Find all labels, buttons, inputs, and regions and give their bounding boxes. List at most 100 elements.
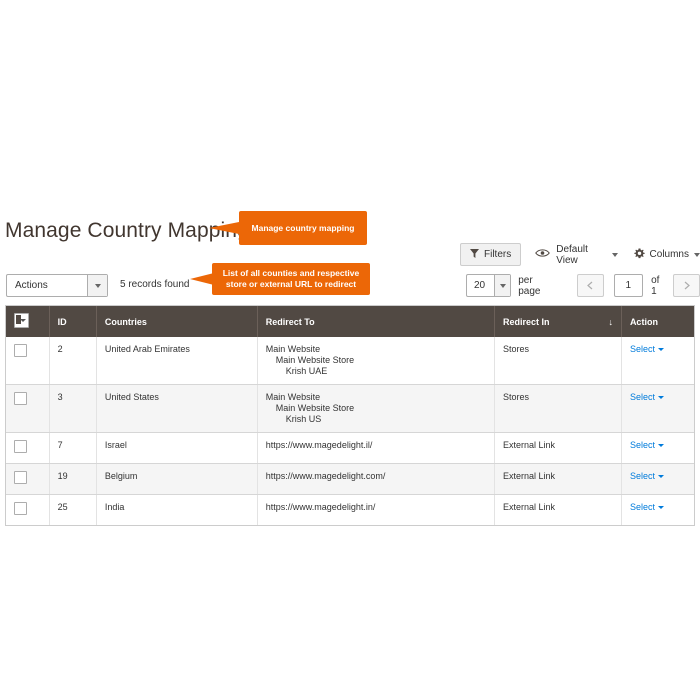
filters-button[interactable]: Filters [460,243,522,266]
cell-action[interactable]: Select [621,494,694,525]
column-header-redirect-to[interactable]: Redirect To [257,306,496,337]
cell-redirect-in: Stores [494,384,622,433]
redirect-to-line: https://www.magedelight.in/ [265,502,376,512]
row-select-cell[interactable] [6,463,50,495]
page-total-label: of 1 [651,274,660,297]
row-checkbox[interactable] [14,440,27,453]
row-checkbox[interactable] [14,344,27,357]
default-view-label: Default View [556,243,588,266]
column-header-action: Action [621,306,694,337]
column-header-redirect-in[interactable]: Redirect In ↓ [494,306,622,337]
callout-arrow-1 [209,222,239,234]
per-page-select[interactable]: 20 [466,274,512,297]
cell-action[interactable]: Select [621,463,694,495]
cell-redirect-in: Stores [494,337,622,385]
column-header-redirect-in-label: Redirect In [503,316,550,327]
row-select-cell[interactable] [6,384,50,433]
chevron-down-icon [657,506,664,510]
default-view-switcher[interactable]: Default View [535,243,618,266]
cell-countries: India [96,494,258,525]
row-select-action[interactable]: Select [630,392,655,402]
redirect-to-line: https://www.magedelight.il/ [265,440,373,450]
redirect-to-line: Main Website [265,344,321,354]
previous-page-button[interactable] [577,274,604,297]
table-row: 25 India https://www.magedelight.in/Extern… [6,494,694,525]
chevron-down-icon [611,252,618,257]
column-header-countries[interactable]: Countries [96,306,258,337]
chevron-down-icon [94,283,101,288]
cell-action[interactable]: Select [621,432,694,464]
cell-action[interactable]: Select [621,337,694,385]
callout-1-text: Manage country mapping [251,222,355,233]
page-root: Manage Country Mapping Manage country ma… [0,0,700,700]
row-checkbox[interactable] [14,502,27,515]
chevron-down-icon [499,283,506,288]
grid-header-row: ID Countries Redirect To Redirect In ↓ A… [6,306,694,337]
chevron-down-icon [657,396,664,400]
chevron-down-icon [657,348,664,352]
cell-redirect-in: External Link [494,432,622,464]
cell-redirect-in: External Link [494,463,622,495]
row-select-action[interactable]: Select [630,344,655,354]
callout-arrow-2 [190,273,214,285]
cell-id: 3 [49,384,97,433]
columns-label: Columns [649,249,689,260]
redirect-to-line: https://www.magedelight.com/ [265,471,386,481]
cell-id: 2 [49,337,97,385]
actions-select-dropdown[interactable] [87,275,107,296]
chevron-down-icon [694,252,700,257]
row-select-action[interactable]: Select [630,471,655,481]
page-number-input[interactable]: 1 [613,274,644,297]
grid-controls: Filters Default View Columns [460,243,700,266]
redirect-to-line: Main Website Store [275,403,355,413]
next-page-button[interactable] [673,274,700,297]
row-checkbox[interactable] [14,392,27,405]
chevron-down-icon [657,475,664,479]
actions-select-label: Actions [15,280,48,291]
sort-descending-icon: ↓ [608,316,613,327]
callout-2-text: List of all counties and respective stor… [222,268,360,289]
select-all-checkbox[interactable] [14,313,29,328]
cell-action[interactable]: Select [621,384,694,433]
redirect-to-line: Main Website Store [275,355,355,365]
table-row: 3 United States Main Website Main Website S… [6,384,694,433]
table-row: 19 Belgium https://www.magedelight.com/Ext… [6,463,694,495]
columns-control[interactable]: Columns [633,248,700,262]
cell-redirect-to: https://www.magedelight.in/ [257,494,496,525]
callout-manage-country-mapping: Manage country mapping [239,211,367,245]
cell-id: 25 [49,494,97,525]
eye-icon [535,248,551,261]
pager: 20 per page 1 of 1 [466,274,700,297]
cell-redirect-to: https://www.magedelight.com/ [257,463,496,495]
cell-countries: United Arab Emirates [96,337,258,385]
funnel-icon [470,248,479,261]
callout-list-description: List of all counties and respective stor… [212,263,370,295]
per-page-label: per page [518,274,541,297]
cell-redirect-to: Main Website Main Website Store Krish UAE [257,337,496,385]
column-header-select-all[interactable] [6,306,50,337]
cell-id: 7 [49,432,97,464]
redirect-to-line: Main Website [265,392,321,402]
cell-redirect-to: https://www.magedelight.il/ [257,432,496,464]
row-select-cell[interactable] [6,494,50,525]
row-select-cell[interactable] [6,432,50,464]
filters-label: Filters [484,249,512,260]
gear-icon [633,248,645,262]
row-select-action[interactable]: Select [630,440,655,450]
cell-redirect-to: Main Website Main Website Store Krish US [257,384,496,433]
per-page-value: 20 [474,280,486,291]
grid-body: 2 United Arab Emirates Main Website Main We… [6,337,694,525]
cell-redirect-in: External Link [494,494,622,525]
cell-countries: Belgium [96,463,258,495]
chevron-down-icon [657,444,664,448]
row-select-cell[interactable] [6,337,50,385]
row-select-action[interactable]: Select [630,502,655,512]
cell-id: 19 [49,463,97,495]
cell-countries: Israel [96,432,258,464]
per-page-dropdown[interactable] [494,275,511,296]
column-header-id[interactable]: ID [49,306,97,337]
country-mapping-grid: ID Countries Redirect To Redirect In ↓ A… [5,305,695,526]
row-checkbox[interactable] [14,471,27,484]
actions-select[interactable]: Actions [6,274,108,297]
cell-countries: United States [96,384,258,433]
